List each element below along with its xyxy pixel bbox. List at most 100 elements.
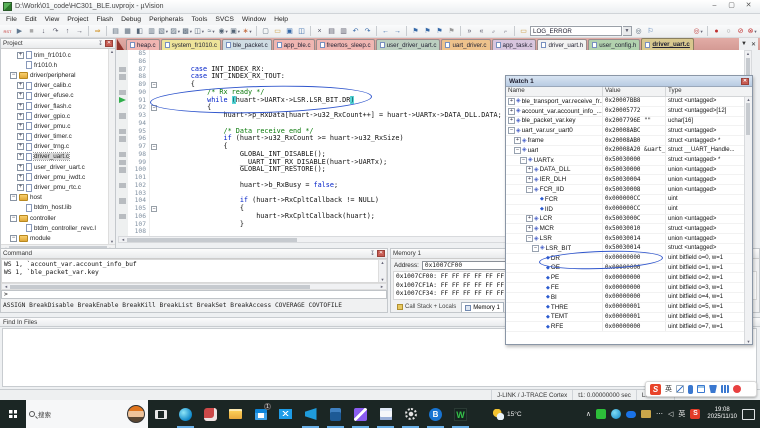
project-item-fr1010.h[interactable]: fr1010.h: [1, 60, 107, 70]
menu-tools[interactable]: Tools: [187, 16, 211, 23]
tab-user_config.h[interactable]: user_config.h: [588, 39, 640, 50]
watch-row-uart[interactable]: −◈uart0x20008A20 &uart_varstruct __UART_…: [506, 146, 744, 156]
tree-expand-icon[interactable]: −: [526, 186, 533, 193]
watch-row-account_var.account_info_...[interactable]: +◈account_var.account_info_...0x20005772…: [506, 107, 744, 117]
skin-icon[interactable]: [709, 385, 717, 393]
maximize-button[interactable]: ▢: [723, 1, 740, 12]
project-item-host[interactable]: −host: [1, 193, 107, 203]
watch-row-frame[interactable]: +◈frame0x20008AB0struct <untagged> *: [506, 136, 744, 146]
tree-expand-icon[interactable]: +: [17, 153, 24, 160]
save-all-button[interactable]: ◫: [296, 26, 307, 37]
watch-row-FCR[interactable]: ◆FCR0x000000CCuint: [506, 195, 744, 205]
indent-button[interactable]: »: [464, 26, 475, 37]
tree-expand-icon[interactable]: −: [532, 245, 539, 252]
stop-button[interactable]: ■: [26, 26, 37, 37]
volume-muted-icon[interactable]: ◁: [668, 410, 673, 418]
watch-row-TEMT[interactable]: ◆TEMT0x00000001uint bitfield o=6, w=1: [506, 313, 744, 323]
trace-window-button[interactable]: ◉▼: [218, 26, 229, 37]
chevron-up-icon[interactable]: ∧: [586, 410, 591, 418]
tree-expand-icon[interactable]: −: [514, 147, 521, 154]
tab-system_fr1010.c[interactable]: system_fr1010.c: [161, 39, 221, 50]
tab-driver_uart.c[interactable]: driver_uart.c: [641, 38, 694, 50]
tab-driver_uart.h[interactable]: driver_uart.h: [537, 39, 587, 50]
step-over-button[interactable]: ↷: [50, 26, 61, 37]
sogou-logo-icon[interactable]: S: [650, 384, 661, 395]
breakpoint-toggle-button[interactable]: ●: [711, 26, 722, 37]
watch-row-IID[interactable]: ◆IID0x000000CCuint: [506, 205, 744, 215]
tree-expand-icon[interactable]: +: [508, 117, 515, 124]
tree-expand-icon[interactable]: −: [10, 215, 17, 222]
run-to-cursor-button[interactable]: →: [74, 26, 85, 37]
tree-expand-icon[interactable]: +: [17, 164, 24, 171]
command-close-icon[interactable]: ✕: [377, 250, 385, 257]
project-item-driver/peripheral[interactable]: −driver/peripheral: [1, 70, 107, 80]
pin-icon[interactable]: ↧: [370, 250, 375, 257]
project-item-module[interactable]: −module: [1, 233, 107, 243]
project-item-driver_gpio.c[interactable]: +driver_gpio.c: [1, 111, 107, 121]
start-button[interactable]: [0, 400, 26, 428]
tree-expand-icon[interactable]: −: [508, 127, 515, 134]
menu-help[interactable]: Help: [270, 16, 292, 23]
serial-window-button[interactable]: ◫▼: [194, 26, 205, 37]
uncomment-button[interactable]: /*: [500, 26, 511, 37]
tree-expand-icon[interactable]: +: [526, 166, 533, 173]
tab-freertos_sleep.c[interactable]: freertos_sleep.c: [316, 39, 375, 50]
vscode-icon[interactable]: [298, 400, 323, 428]
onedrive-icon[interactable]: [626, 411, 636, 418]
handwriting-icon[interactable]: [676, 385, 684, 393]
watch-row-DR[interactable]: ◆DR0x00000000uint bitfield o=0, w=1: [506, 254, 744, 264]
callstack-window-button[interactable]: ▧▼: [158, 26, 169, 37]
project-item-btdm_host.lib[interactable]: btdm_host.lib: [1, 203, 107, 213]
project-item-driver_flash.c[interactable]: +driver_flash.c: [1, 101, 107, 111]
tree-expand-icon[interactable]: +: [508, 98, 515, 105]
unindent-button[interactable]: «: [476, 26, 487, 37]
command-window-button[interactable]: ▤: [110, 26, 121, 37]
watch-row-FCR_IID[interactable]: −◈FCR_IID0x50030008union <untagged>: [506, 185, 744, 195]
watch-row-LCR[interactable]: +◈LCR0x5003000Cunion <untagged>: [506, 215, 744, 225]
bookmark-next-button[interactable]: ⚑: [434, 26, 445, 37]
find-next-button[interactable]: ◎: [633, 26, 644, 37]
project-item-driver_trng.c[interactable]: +driver_trng.c: [1, 142, 107, 152]
tree-expand-icon[interactable]: +: [17, 123, 24, 130]
project-item-driver_pmu.c[interactable]: +driver_pmu.c: [1, 121, 107, 131]
watch-column-type[interactable]: Type: [666, 87, 744, 96]
bookmark-toggle-button[interactable]: ⚑: [410, 26, 421, 37]
watch-vertical-scrollbar[interactable]: [744, 97, 752, 344]
open-file-button[interactable]: ▭: [272, 26, 283, 37]
reset-button[interactable]: RST: [2, 26, 13, 37]
watch-row-MCR[interactable]: +◈MCR0x50030010struct <untagged>: [506, 224, 744, 234]
watch-window-button[interactable]: ▨▼: [170, 26, 181, 37]
tab-list-dropdown-icon[interactable]: ▼: [741, 41, 747, 47]
watch-column-value[interactable]: Value: [603, 87, 666, 96]
tree-expand-icon[interactable]: +: [514, 137, 521, 144]
system-viewer-button[interactable]: ▣▼: [230, 26, 241, 37]
tree-expand-icon[interactable]: −: [10, 194, 17, 201]
ime-mode-label[interactable]: 英: [665, 384, 672, 394]
copy-button[interactable]: ▤: [326, 26, 337, 37]
avatar[interactable]: [127, 405, 145, 423]
sticky-notes-icon[interactable]: [373, 400, 398, 428]
taskbar-clock[interactable]: 19:08 2025/11/10: [702, 407, 742, 421]
tab-user_driver_uart.c[interactable]: user_driver_uart.c: [376, 39, 441, 50]
bookmark-prev-button[interactable]: ⚑: [422, 26, 433, 37]
project-item-driver_timer.c[interactable]: +driver_timer.c: [1, 132, 107, 142]
breakpoint-kill-all-button[interactable]: ⊗▼: [747, 26, 758, 37]
project-item-user_driver_uart.c[interactable]: +user_driver_uart.c: [1, 162, 107, 172]
bottom-tab-Call Stack + Locals[interactable]: Call Stack + Locals: [394, 302, 459, 312]
tree-expand-icon[interactable]: +: [17, 113, 24, 120]
mic-icon[interactable]: [688, 385, 693, 394]
command-vertical-scrollbar[interactable]: [378, 260, 386, 282]
watch-row-OE[interactable]: ◆OE0x00000000uint bitfield o=1, w=1: [506, 264, 744, 274]
toolbox-button[interactable]: ∗▼: [242, 26, 253, 37]
hot-icon[interactable]: [733, 385, 741, 393]
symbol-window-button[interactable]: ◧: [134, 26, 145, 37]
tree-expand-icon[interactable]: −: [10, 72, 17, 79]
step-into-button[interactable]: ↓: [38, 26, 49, 37]
settings-icon[interactable]: [398, 400, 423, 428]
tree-expand-icon[interactable]: +: [17, 184, 24, 191]
ime-icon[interactable]: 英: [678, 409, 685, 419]
bottom-tab-Memory 1[interactable]: Memory 1: [461, 302, 504, 312]
watch-row-BI[interactable]: ◆BI0x00000000uint bitfield o=4, w=1: [506, 293, 744, 303]
red-app-icon[interactable]: [198, 400, 223, 428]
taskbar-search-box[interactable]: 搜索: [26, 400, 148, 428]
